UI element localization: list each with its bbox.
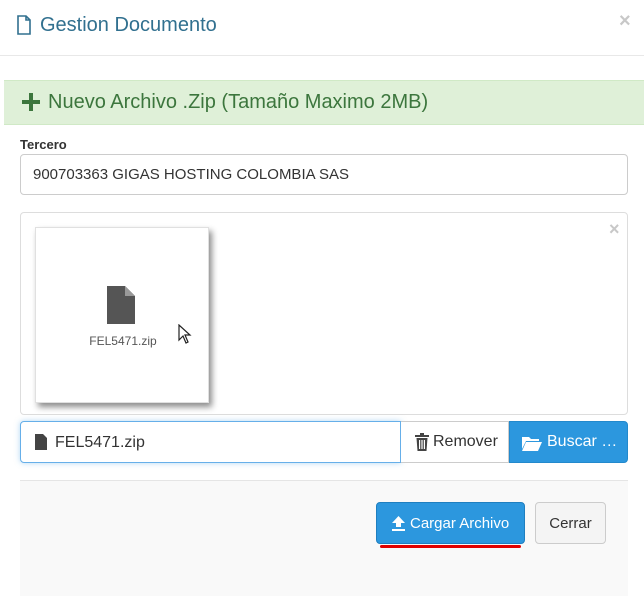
upload-icon <box>392 516 405 531</box>
tercero-label: Tercero <box>20 137 67 152</box>
plus-icon <box>22 93 40 111</box>
browse-button[interactable]: Buscar … <box>509 421 628 463</box>
file-preview-area: × FEL5471.zip <box>20 212 628 415</box>
preview-close-icon[interactable]: × <box>609 219 620 240</box>
trash-icon <box>415 433 429 451</box>
gestion-documento-modal: Gestion Documento × Nuevo Archivo .Zip (… <box>0 0 644 596</box>
file-icon <box>35 434 47 450</box>
folder-open-icon <box>522 437 542 451</box>
file-icon <box>107 286 135 324</box>
mouse-cursor-icon <box>178 324 192 344</box>
file-thumbnail[interactable]: FEL5471.zip <box>35 227 209 403</box>
close-button[interactable]: Cerrar <box>535 502 606 544</box>
remove-button[interactable]: Remover <box>401 421 509 463</box>
modal-title: Gestion Documento <box>40 14 217 36</box>
upload-info-banner: Nuevo Archivo .Zip (Tamaño Maximo 2MB) <box>4 80 644 125</box>
file-outline-icon <box>17 15 31 35</box>
browse-label: Buscar … <box>547 433 618 450</box>
selected-file-name: FEL5471.zip <box>55 434 145 451</box>
upload-label: Cargar Archivo <box>410 515 510 532</box>
modal-header: Gestion Documento × <box>0 0 644 56</box>
modal-close-button[interactable]: × <box>619 10 631 33</box>
file-input-group: FEL5471.zip Remover Buscar … <box>20 421 628 463</box>
upload-file-button[interactable]: Cargar Archivo <box>376 502 525 544</box>
red-underline-annotation <box>380 545 521 548</box>
tercero-input[interactable] <box>20 154 628 195</box>
remove-label: Remover <box>433 433 498 450</box>
selected-file-field[interactable]: FEL5471.zip <box>20 421 401 463</box>
banner-text: Nuevo Archivo .Zip (Tamaño Maximo 2MB) <box>48 91 429 113</box>
